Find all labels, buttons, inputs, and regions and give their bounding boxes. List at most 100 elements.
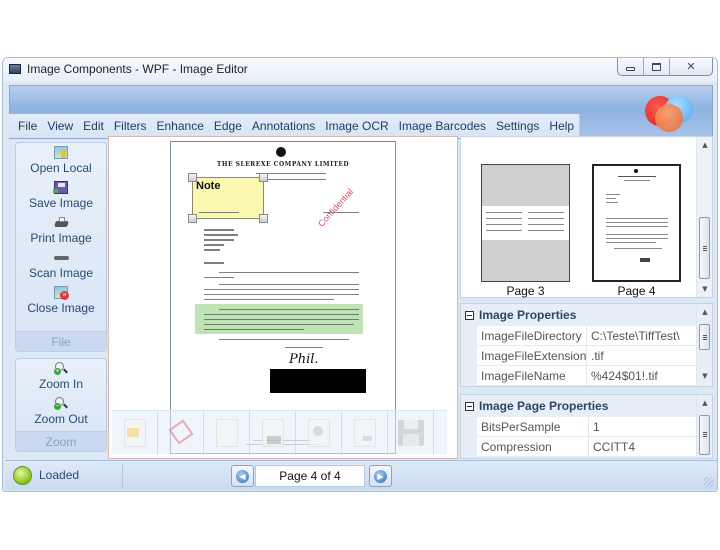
zoom-in-button[interactable]: + Zoom In: [16, 359, 106, 394]
print-image-label: Print Image: [30, 231, 92, 245]
menu-edge[interactable]: Edge: [209, 114, 247, 138]
shape-tool-icon: [307, 419, 330, 447]
link-tool[interactable]: [342, 411, 388, 455]
status-bar: Loaded ◀ Page 4 of 4 ▶: [5, 460, 717, 490]
property-row[interactable]: ImageFileName %424$01!.tif: [477, 366, 697, 386]
property-row[interactable]: BitsPerSample 1: [477, 417, 697, 437]
resize-handle[interactable]: [188, 173, 197, 182]
doc-text-line: [204, 249, 220, 251]
menu-edit[interactable]: Edit: [78, 114, 109, 138]
menu-settings[interactable]: Settings: [491, 114, 544, 138]
scrollbar-thumb[interactable]: [699, 324, 710, 350]
file-group-label: File: [16, 331, 106, 351]
doc-text-line: [204, 319, 359, 320]
menu-image-barcodes[interactable]: Image Barcodes: [394, 114, 491, 138]
minimize-icon: [626, 66, 635, 71]
image-properties-scrollbar[interactable]: ▲ ▼: [696, 304, 712, 386]
note-tool-icon: [123, 419, 146, 447]
note-ref-line: [199, 212, 239, 213]
document-page[interactable]: THE SLEREXE COMPANY LIMITED Phil. Note C…: [170, 141, 396, 454]
arrow-left-icon: ◀: [236, 469, 249, 483]
doc-text-line: [204, 324, 354, 325]
save-annotations-tool[interactable]: [388, 411, 434, 455]
collapse-icon[interactable]: [465, 310, 474, 320]
text-tool[interactable]: [204, 411, 250, 455]
confidential-stamp[interactable]: Confidential: [316, 187, 355, 229]
resize-handle[interactable]: [259, 173, 268, 182]
doc-text-line: [204, 299, 334, 300]
resize-handle[interactable]: [188, 214, 197, 223]
image-tool[interactable]: [250, 411, 296, 455]
status-text: Loaded: [39, 468, 80, 482]
scroll-up-icon[interactable]: ▲: [697, 308, 713, 316]
printer-icon: [54, 216, 69, 229]
property-value[interactable]: %424$01!.tif: [587, 366, 658, 385]
zoom-in-icon: +: [54, 362, 68, 375]
property-row[interactable]: ImageFileExtension .tif: [477, 346, 697, 366]
collapse-icon[interactable]: [465, 401, 474, 411]
stamp-tool-icon: [167, 419, 194, 447]
menu-image-ocr[interactable]: Image OCR: [320, 114, 393, 138]
thumbnails-scrollbar[interactable]: ▲ ▼: [696, 137, 712, 297]
annotation-toolbar: [112, 410, 447, 455]
close-image-button[interactable]: × Close Image: [16, 283, 106, 318]
note-annotation[interactable]: Note: [192, 177, 264, 219]
link-tool-icon: [353, 419, 376, 447]
page-properties-scrollbar[interactable]: ▲: [696, 395, 712, 458]
resize-handle[interactable]: [259, 214, 268, 223]
doc-text-line: [285, 347, 323, 348]
property-value[interactable]: .tif: [587, 346, 604, 365]
scan-image-label: Scan Image: [28, 266, 94, 280]
scrollbar-thumb[interactable]: [699, 415, 710, 455]
shape-tool[interactable]: [296, 411, 342, 455]
maximize-button[interactable]: [644, 58, 670, 75]
resize-grip[interactable]: [704, 477, 714, 487]
property-row[interactable]: ImageFileDirectory C:\Teste\TiffTest\: [477, 326, 697, 346]
status-divider: [122, 464, 123, 488]
menu-annotations[interactable]: Annotations: [247, 114, 320, 138]
scan-image-button[interactable]: Scan Image: [16, 248, 106, 283]
close-icon: ✕: [686, 60, 696, 73]
menu-view[interactable]: View: [42, 114, 78, 138]
scrollbar-thumb[interactable]: [699, 217, 710, 279]
property-row[interactable]: Compression CCITT4: [477, 437, 697, 457]
thumbnail-caption: Page 4: [617, 284, 656, 298]
image-properties-grid: Image Properties ImageFileDirectory C:\T…: [460, 303, 713, 387]
doc-text-line: [204, 229, 234, 231]
scroll-down-icon[interactable]: ▼: [697, 372, 713, 380]
image-page-properties-header[interactable]: Image Page Properties: [461, 395, 608, 417]
thumbnail-page-4[interactable]: [592, 164, 681, 282]
scroll-up-icon[interactable]: ▲: [697, 399, 713, 407]
property-value[interactable]: CCITT4: [589, 437, 635, 456]
note-tool[interactable]: [112, 411, 158, 455]
doc-text-line: [204, 244, 224, 246]
doc-text-line: [204, 277, 234, 278]
menu-help[interactable]: Help: [544, 114, 579, 138]
page-indicator: Page 4 of 4: [255, 465, 365, 487]
menu-enhance[interactable]: Enhance: [152, 114, 209, 138]
text-tool-icon: [215, 419, 238, 447]
thumbnail-page-3[interactable]: [481, 164, 570, 282]
stamp-tool[interactable]: [158, 411, 204, 455]
save-image-button[interactable]: Save Image: [16, 178, 106, 213]
thumbnail-caption: Page 3: [506, 284, 545, 298]
redaction-annotation[interactable]: [270, 369, 366, 393]
doc-text-line: [219, 272, 359, 273]
open-local-button[interactable]: Open Local: [16, 143, 106, 178]
zoom-out-button[interactable]: − Zoom Out: [16, 394, 106, 429]
property-value[interactable]: C:\Teste\TiffTest\: [587, 326, 680, 345]
property-value[interactable]: 1: [589, 417, 600, 436]
minimize-button[interactable]: [618, 58, 644, 75]
scroll-down-icon[interactable]: ▼: [697, 285, 713, 293]
menu-filters[interactable]: Filters: [109, 114, 152, 138]
image-viewer[interactable]: THE SLEREXE COMPANY LIMITED Phil. Note C…: [108, 136, 458, 459]
close-button[interactable]: ✕: [670, 58, 712, 75]
menu-file[interactable]: File: [13, 114, 42, 138]
scroll-up-icon[interactable]: ▲: [697, 141, 713, 149]
print-image-button[interactable]: Print Image: [16, 213, 106, 248]
previous-page-button[interactable]: ◀: [231, 465, 254, 487]
signature: Phil.: [289, 352, 319, 367]
image-properties-header[interactable]: Image Properties: [461, 304, 576, 326]
app-icon: [9, 64, 21, 74]
next-page-button[interactable]: ▶: [369, 465, 392, 487]
